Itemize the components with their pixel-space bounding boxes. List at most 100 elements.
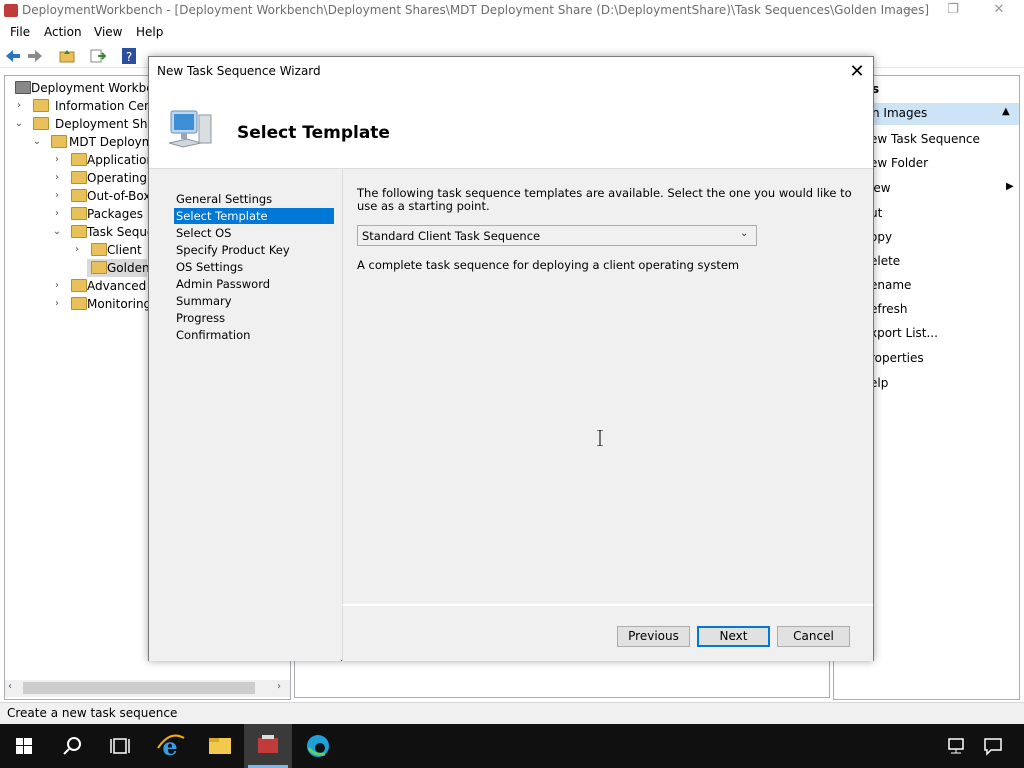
step-select-os[interactable]: Select OS <box>174 225 334 241</box>
tree-label: Packages <box>87 207 143 221</box>
actions-header: s <box>872 82 880 96</box>
back-arrow-icon[interactable] <box>4 47 22 65</box>
step-summary[interactable]: Summary <box>174 293 334 309</box>
previous-button[interactable]: Previous <box>617 626 690 647</box>
up-folder-icon[interactable] <box>58 47 76 65</box>
menu-view[interactable]: View <box>94 25 122 39</box>
restore-button[interactable]: ❐ <box>930 0 976 22</box>
scroll-right-icon[interactable]: › <box>277 681 281 692</box>
step-os-settings[interactable]: OS Settings <box>174 259 334 275</box>
tree-item-golden-images[interactable]: Golden <box>87 259 150 277</box>
template-instructions: The following task sequence templates ar… <box>357 186 852 213</box>
computer-wizard-icon <box>168 110 212 148</box>
collapse-icon[interactable]: ⌄ <box>51 223 63 241</box>
folder-icon <box>71 225 87 238</box>
action-new-folder[interactable]: ew Folder <box>870 156 928 170</box>
wizard-footer: Previous Next Cancel <box>342 604 873 661</box>
workbench-app-icon <box>4 4 18 17</box>
folder-icon <box>71 171 87 184</box>
expand-icon[interactable]: › <box>51 277 63 295</box>
step-specify-product-key[interactable]: Specify Product Key <box>174 242 334 258</box>
close-window-button[interactable]: ✕ <box>976 0 1022 22</box>
folder-icon <box>91 261 107 274</box>
expand-icon[interactable]: › <box>51 151 63 169</box>
folder-icon <box>33 99 49 112</box>
notifications-icon[interactable] <box>982 736 1004 756</box>
file-explorer-icon[interactable] <box>196 724 244 768</box>
collapse-icon[interactable]: ⌄ <box>13 115 25 133</box>
dialog-close-button[interactable]: ✕ <box>843 59 871 85</box>
menu-help[interactable]: Help <box>136 25 163 39</box>
network-icon[interactable] <box>946 736 968 756</box>
folder-icon <box>71 153 87 166</box>
collapse-up-icon[interactable]: ▲ <box>1002 106 1010 117</box>
minimize-button[interactable]: — <box>886 0 932 22</box>
step-confirmation[interactable]: Confirmation <box>174 327 334 343</box>
dialog-header: Select Template <box>149 87 873 169</box>
action-rename[interactable]: ename <box>870 278 911 292</box>
status-text: Create a new task sequence <box>7 706 178 720</box>
folder-icon <box>71 279 87 292</box>
step-admin-password[interactable]: Admin Password <box>174 276 334 292</box>
dialog-titlebar: New Task Sequence Wizard ✕ <box>149 57 873 87</box>
deployment-workbench-taskbar-icon[interactable] <box>244 724 292 768</box>
template-dropdown[interactable]: Standard Client Task Sequence ⌄ <box>357 225 757 246</box>
folder-icon <box>91 243 107 256</box>
task-view-icon[interactable] <box>96 724 144 768</box>
expand-icon[interactable]: › <box>71 241 83 259</box>
page-title: Select Template <box>237 123 390 143</box>
expand-icon[interactable]: › <box>51 169 63 187</box>
expand-icon[interactable]: › <box>51 187 63 205</box>
edge-browser-icon[interactable] <box>294 724 342 768</box>
folder-icon <box>51 135 67 148</box>
menu-bar: File Action View Help <box>0 22 1024 42</box>
cancel-button[interactable]: Cancel <box>777 626 850 647</box>
action-new-task-sequence[interactable]: ew Task Sequence <box>870 132 980 146</box>
folder-icon <box>71 189 87 202</box>
taskbar: e <box>0 724 1024 768</box>
folder-icon <box>33 117 49 130</box>
tree-label: Monitoring <box>87 297 152 311</box>
export-list-icon[interactable] <box>88 47 106 65</box>
expand-icon[interactable]: › <box>51 205 63 223</box>
text-cursor-icon <box>597 430 603 446</box>
search-icon[interactable] <box>48 724 96 768</box>
actions-section-label: n Images <box>872 106 928 120</box>
action-refresh[interactable]: efresh <box>870 302 908 316</box>
dialog-title: New Task Sequence Wizard <box>157 64 321 78</box>
forward-arrow-icon[interactable] <box>26 47 44 65</box>
submenu-arrow-icon: ▶ <box>1006 181 1014 192</box>
action-export-list[interactable]: xport List... <box>870 326 938 340</box>
main-titlebar: DeploymentWorkbench - [Deployment Workbe… <box>0 0 1024 22</box>
tree-label: Out-of-Box <box>87 189 151 203</box>
step-select-template[interactable]: Select Template <box>174 208 334 224</box>
expand-icon[interactable]: › <box>13 97 25 115</box>
svg-text:?: ? <box>126 50 132 64</box>
internet-explorer-icon[interactable]: e <box>146 724 194 768</box>
next-button[interactable]: Next <box>697 626 770 647</box>
tree-label: Client <box>107 243 142 257</box>
status-bar: Create a new task sequence <box>0 702 1024 724</box>
results-pane <box>294 660 830 698</box>
menu-action[interactable]: Action <box>44 25 82 39</box>
tree-horizontal-scrollbar[interactable]: ‹ › <box>5 680 290 697</box>
new-task-sequence-wizard-dialog: New Task Sequence Wizard ✕ Select Templa… <box>148 56 874 661</box>
step-general-settings[interactable]: General Settings <box>174 191 334 207</box>
help-icon[interactable]: ? <box>120 47 138 65</box>
folder-icon <box>71 297 87 310</box>
menu-file[interactable]: File <box>10 25 30 39</box>
scroll-left-icon[interactable]: ‹ <box>8 681 12 692</box>
tree-label: Golden <box>107 261 150 275</box>
template-selected-value: Standard Client Task Sequence <box>362 229 541 243</box>
tree-label: Application <box>87 153 155 167</box>
chevron-down-icon[interactable]: ⌄ <box>740 228 748 239</box>
step-progress[interactable]: Progress <box>174 310 334 326</box>
scrollbar-thumb[interactable] <box>23 682 255 694</box>
collapse-icon[interactable]: ⌄ <box>31 133 43 151</box>
wizard-content: The following task sequence templates ar… <box>342 169 873 604</box>
expand-icon[interactable]: › <box>51 295 63 313</box>
action-properties[interactable]: roperties <box>870 351 924 365</box>
folder-icon <box>71 207 87 220</box>
action-delete[interactable]: elete <box>870 254 900 268</box>
start-windows-icon[interactable] <box>0 724 48 768</box>
